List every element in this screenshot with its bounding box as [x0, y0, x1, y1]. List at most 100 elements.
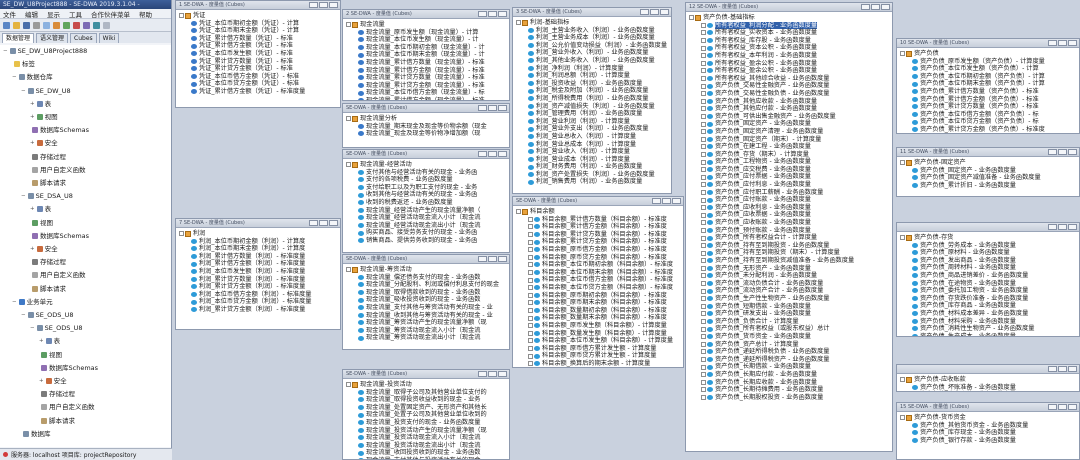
expand-icon[interactable]	[701, 144, 706, 150]
measure-item[interactable]: 现金流量_吸收投资收到的现金 - 业务函数	[346, 296, 509, 304]
expand-icon[interactable]	[701, 243, 706, 249]
cube-root-node[interactable]: 利润	[179, 230, 340, 238]
expand-icon[interactable]	[701, 349, 706, 355]
measure-item[interactable]: 利润_本位币期末金额（利润）- 计算度	[179, 245, 340, 253]
close-icon[interactable]	[1068, 149, 1077, 155]
tree-node[interactable]: + 表	[30, 100, 51, 108]
tree-expander[interactable]: +	[39, 377, 44, 385]
cube-root-node[interactable]: 资产负债-基础指标	[689, 14, 892, 22]
measure-item[interactable]: 凭证_本位币发生额（凭证）- 标准	[179, 50, 340, 58]
minimize-icon[interactable]	[1048, 366, 1057, 372]
expand-icon[interactable]	[528, 353, 533, 359]
expand-icon[interactable]	[701, 258, 706, 264]
maximize-icon[interactable]	[488, 151, 497, 157]
expand-icon[interactable]	[701, 265, 706, 271]
measure-item[interactable]: 现金流量_收回投资收到的现金 - 业务函数	[346, 449, 509, 457]
measure-item[interactable]: 资产负债_库存商品 - 业务函数度量	[900, 302, 1079, 310]
measure-item[interactable]: 资产负债_累计借方数量（资产负债）- 标准	[900, 88, 1079, 96]
measure-item[interactable]: 资产负债_工程物资 - 业务函数度量	[689, 158, 892, 166]
measure-item[interactable]: 现金流量_投资活动现金流入小计（现金流	[346, 434, 509, 442]
minimize-icon[interactable]	[1048, 149, 1057, 155]
window-title-bar[interactable]: 7 SE-DWA - 度量值 (Cubes)	[176, 219, 340, 228]
measure-item[interactable]: 科目余额_原币贷方累计发生额 - 计算度量	[516, 352, 683, 360]
new-icon[interactable]	[3, 21, 10, 29]
expand-icon[interactable]	[528, 330, 533, 336]
maximize-icon[interactable]	[488, 371, 497, 377]
measure-item[interactable]: 所有者权益_盈余公积 - 业务函数度量	[689, 67, 892, 75]
measure-item[interactable]: 资产负债_未分配利润 - 业务函数度量	[689, 272, 892, 280]
window-title-bar[interactable]: SE-DWA - 度量值 (Cubes)	[513, 197, 683, 206]
minimize-icon[interactable]	[861, 4, 870, 10]
window-title-bar[interactable]: 12 SE-DWA - 度量值 (Cubes)	[686, 3, 892, 12]
measure-item[interactable]: 利润_所得税费用（利润）- 业务函数度量	[516, 95, 671, 103]
tree-node[interactable]: 标签	[12, 60, 35, 68]
expand-icon[interactable]	[701, 250, 706, 256]
measure-item[interactable]: 凭证_本位币期末金额（凭证）- 计算	[179, 27, 340, 35]
close-icon[interactable]	[1068, 40, 1077, 46]
collapse-icon[interactable]	[689, 15, 694, 21]
expand-icon[interactable]	[701, 159, 706, 165]
expand-icon[interactable]	[701, 91, 706, 97]
measure-item[interactable]: 资产负债_长期应收款 - 业务函数度量	[689, 379, 892, 387]
window-title-bar[interactable]: SE-DWA - 度量值 (Cubes)	[343, 370, 509, 379]
menu-tools[interactable]: 工具	[69, 9, 82, 19]
minimize-icon[interactable]	[1048, 404, 1057, 410]
measure-item[interactable]: 销售商品、提供劳务收到的现金 - 业务函	[346, 237, 509, 245]
window-title-bar[interactable]: SE-DWA - 度量值 (Cubes)	[343, 104, 509, 113]
measure-item[interactable]: 现金流量_分配股利、利润或偿付利息支付的现金	[346, 281, 509, 289]
window-title-bar[interactable]: 3 SE-DWA - 度量值 (Cubes)	[513, 8, 671, 17]
collapse-icon[interactable]	[900, 51, 905, 57]
tab-semantic-management[interactable]: 语义管理	[36, 33, 69, 43]
maximize-icon[interactable]	[650, 9, 659, 15]
measure-item[interactable]: 资产负债_长期应付款 - 业务函数度量	[689, 371, 892, 379]
expand-icon[interactable]	[701, 311, 706, 317]
measure-item[interactable]: 资产负债_本位币发生额（资产负债）- 计算	[900, 65, 1079, 73]
close-icon[interactable]	[498, 11, 507, 17]
maximize-icon[interactable]	[1058, 366, 1067, 372]
collapse-icon[interactable]	[346, 267, 351, 273]
expand-icon[interactable]	[701, 227, 706, 233]
expand-icon[interactable]	[701, 357, 706, 363]
tab-cubes[interactable]: Cubes	[70, 33, 97, 43]
measure-item[interactable]: 资产负债_在建工程 - 业务函数度量	[689, 143, 892, 151]
menu-partner[interactable]: 合作伙伴菜单	[91, 9, 130, 19]
minimize-icon[interactable]	[478, 105, 487, 111]
measure-item[interactable]: 科目余额_数量期末余额（科目余额）- 标准度	[516, 314, 683, 322]
expand-icon[interactable]	[701, 53, 706, 59]
measure-item[interactable]: 资产负债_其他应付款 - 业务函数度量	[689, 105, 892, 113]
measure-item[interactable]: 利润_营业收入（利润）- 计算度量	[516, 148, 671, 156]
expand-icon[interactable]	[701, 235, 706, 241]
tree-expander[interactable]: −	[21, 192, 26, 200]
measure-item[interactable]: 现金流量_现金及现金等价物净增加额（现	[346, 130, 509, 138]
expand-icon[interactable]	[528, 262, 533, 268]
cube-root-node[interactable]: 现金流量	[346, 21, 509, 29]
measure-item[interactable]: 资产负债_本位币期末金额（资产负债）- 计算	[900, 80, 1079, 88]
expand-icon[interactable]	[528, 292, 533, 298]
window-title-bar[interactable]	[897, 223, 1079, 232]
tree-node[interactable]: 用户自定义函数	[30, 166, 86, 174]
measure-item[interactable]: 资产负债_持有至到期投资（期末）- 计算度量	[689, 249, 892, 257]
tree-expander[interactable]: −	[21, 311, 26, 319]
measure-item[interactable]: 资产负债_应付账款 - 业务函数度量	[689, 196, 892, 204]
measure-item[interactable]: 利润_累计借方金额（利润）- 标准度量	[179, 260, 340, 268]
measure-item[interactable]: 科目余额_本位币贷方金额（科目余额）- 标准度	[516, 284, 683, 292]
paste-icon[interactable]	[53, 21, 60, 29]
expand-icon[interactable]	[528, 254, 533, 260]
measure-item[interactable]: 资产负债_周转材料 - 业务函数度量	[900, 264, 1079, 272]
measure-item[interactable]: 资产负债_商品进销差价 - 业务函数度量	[900, 272, 1079, 280]
measure-item[interactable]: 利润_营业总成本（利润）- 计算度量	[516, 141, 671, 149]
measure-item[interactable]: 凭证_累计贷方金额（凭证）- 标准	[179, 65, 340, 73]
measure-item[interactable]: 科目余额_本位币发生额（科目余额）- 计算度量	[516, 337, 683, 345]
measure-item[interactable]: 资产负债_应收账款 - 业务函数度量	[689, 219, 892, 227]
measure-item[interactable]: 利润_其他业务收入（利润）- 业务函数度量	[516, 57, 671, 65]
tree-expander[interactable]: +	[30, 113, 35, 121]
measure-item[interactable]: 现金流量_本位币期末金额（现金流量）- 计	[346, 51, 509, 59]
tree-node[interactable]: 脚本请求	[30, 179, 66, 187]
tree-node[interactable]: 数据库Schemas	[39, 364, 98, 372]
measure-item[interactable]: 利润_财务费用（利润）- 业务函数度量	[516, 163, 671, 171]
expand-icon[interactable]	[701, 68, 706, 74]
measure-item[interactable]: 现金流量_取得投资收益收到的现金 - 业务	[346, 396, 509, 404]
measure-item[interactable]: 资产负债_所有者权益（或股东权益）总计	[689, 325, 892, 333]
measure-item[interactable]: 利润_营业外收入（利润）- 业务函数度量	[516, 49, 671, 57]
maximize-icon[interactable]	[1058, 224, 1067, 230]
